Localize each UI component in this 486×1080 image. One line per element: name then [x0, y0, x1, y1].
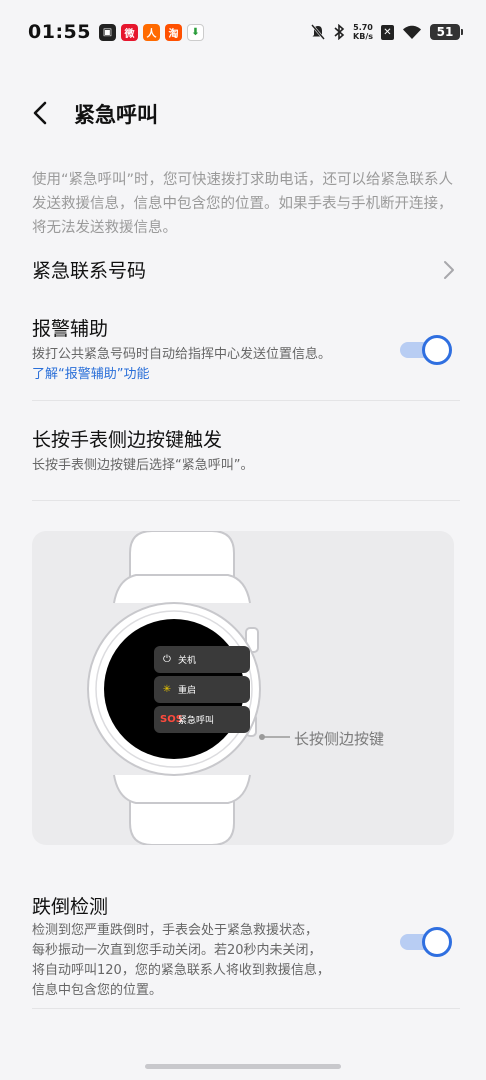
watch-menu-emergency-call: SOS 紧急呼叫	[154, 706, 250, 733]
app-icon: 人	[142, 23, 160, 41]
status-bar: 01:55 ▣ 微 人 淘 ⬇ 5.70 KB/s ✕ 51	[0, 0, 486, 64]
side-button-trigger-label: 长按手表侧边按键触发	[32, 429, 223, 451]
battery-indicator: 51	[430, 24, 463, 40]
divider	[32, 500, 460, 501]
restart-icon: ✳	[162, 684, 172, 695]
divider	[32, 400, 460, 401]
weibo-icon: 微	[120, 23, 138, 41]
side-button-trigger-subtitle: 长按手表侧边按键后选择“紧急呼叫”。	[32, 458, 254, 473]
mute-bell-icon	[311, 24, 325, 40]
toggle-knob	[422, 335, 452, 365]
home-indicator[interactable]	[145, 1064, 341, 1069]
bluetooth-icon	[334, 24, 345, 40]
emergency-contacts-label: 紧急联系号码	[32, 260, 147, 282]
fall-detection-line: 每秒振动一次直到您手动关闭。若20秒内未关闭，	[32, 943, 322, 958]
fall-detection-label: 跌倒检测	[32, 896, 109, 918]
no-sim-icon: ✕	[381, 24, 394, 40]
alarm-assist-label: 报警辅助	[32, 318, 109, 340]
side-button-trigger-row: 长按手表侧边按键触发 长按手表侧边按键后选择“紧急呼叫”。	[32, 425, 460, 477]
taobao-icon: 淘	[164, 23, 182, 41]
fall-detection-line: 检测到您严重跌倒时，手表会处于紧急救援状态，	[32, 923, 319, 938]
page-header: 紧急呼叫	[0, 90, 486, 136]
status-time: 01:55	[28, 21, 91, 43]
sim-card-icon: ▣	[98, 23, 116, 41]
network-speed-unit: KB/s	[353, 32, 373, 41]
side-button-callout: 长按侧边按键	[294, 730, 385, 748]
chevron-right-icon	[444, 261, 454, 279]
emergency-call-label: 紧急呼叫	[178, 716, 215, 726]
fall-detection-line: 将自动呼叫120，您的紧急联系人将收到救援信息，	[32, 963, 330, 978]
restart-label: 重启	[178, 686, 197, 696]
network-speed-value: 5.70	[353, 23, 373, 32]
watch-menu-power-off: ⏻ 关机	[154, 646, 250, 673]
alarm-assist-toggle[interactable]	[400, 335, 454, 365]
fall-detection-toggle[interactable]	[400, 927, 454, 957]
wifi-icon	[403, 25, 421, 39]
toggle-knob	[422, 927, 452, 957]
divider	[32, 1008, 460, 1009]
network-speed: 5.70 KB/s	[353, 23, 373, 41]
notification-icons: ▣ 微 人 淘 ⬇	[98, 23, 204, 41]
power-icon: ⏻	[163, 654, 171, 665]
emergency-contacts-row[interactable]: 紧急联系号码	[32, 256, 460, 286]
sos-icon: SOS	[160, 714, 183, 725]
page-title: 紧急呼叫	[74, 103, 158, 127]
alarm-assist-learn-more-link[interactable]: 了解“报警辅助”功能	[32, 365, 460, 385]
alarm-assist-subtitle: 拨打公共紧急号码时自动给指挥中心发送位置信息。	[32, 347, 332, 362]
alarm-assist-row: 报警辅助 拨打公共紧急号码时自动给指挥中心发送位置信息。 了解“报警辅助”功能	[32, 314, 460, 386]
intro-description: 使用“紧急呼叫”时，您可快速拨打求助电话，还可以给紧急联系人发送救援信息，信息中…	[32, 172, 454, 236]
fall-detection-line: 信息中包含您的位置。	[32, 983, 163, 998]
fall-detection-row: 跌倒检测 检测到您严重跌倒时，手表会处于紧急救援状态， 每秒振动一次直到您手动关…	[32, 892, 460, 1002]
fall-detection-description: 检测到您严重跌倒时，手表会处于紧急救援状态， 每秒振动一次直到您手动关闭。若20…	[32, 921, 460, 1001]
status-right: 5.70 KB/s ✕ 51	[311, 23, 463, 41]
back-arrow-icon[interactable]	[28, 100, 52, 126]
watch-menu-restart: ✳ 重启	[154, 676, 250, 703]
app-download-icon: ⬇	[186, 23, 204, 41]
power-off-label: 关机	[178, 656, 197, 666]
watch-illustration: ⏻ 关机 ✳ 重启 SOS 紧急呼叫	[32, 531, 454, 845]
